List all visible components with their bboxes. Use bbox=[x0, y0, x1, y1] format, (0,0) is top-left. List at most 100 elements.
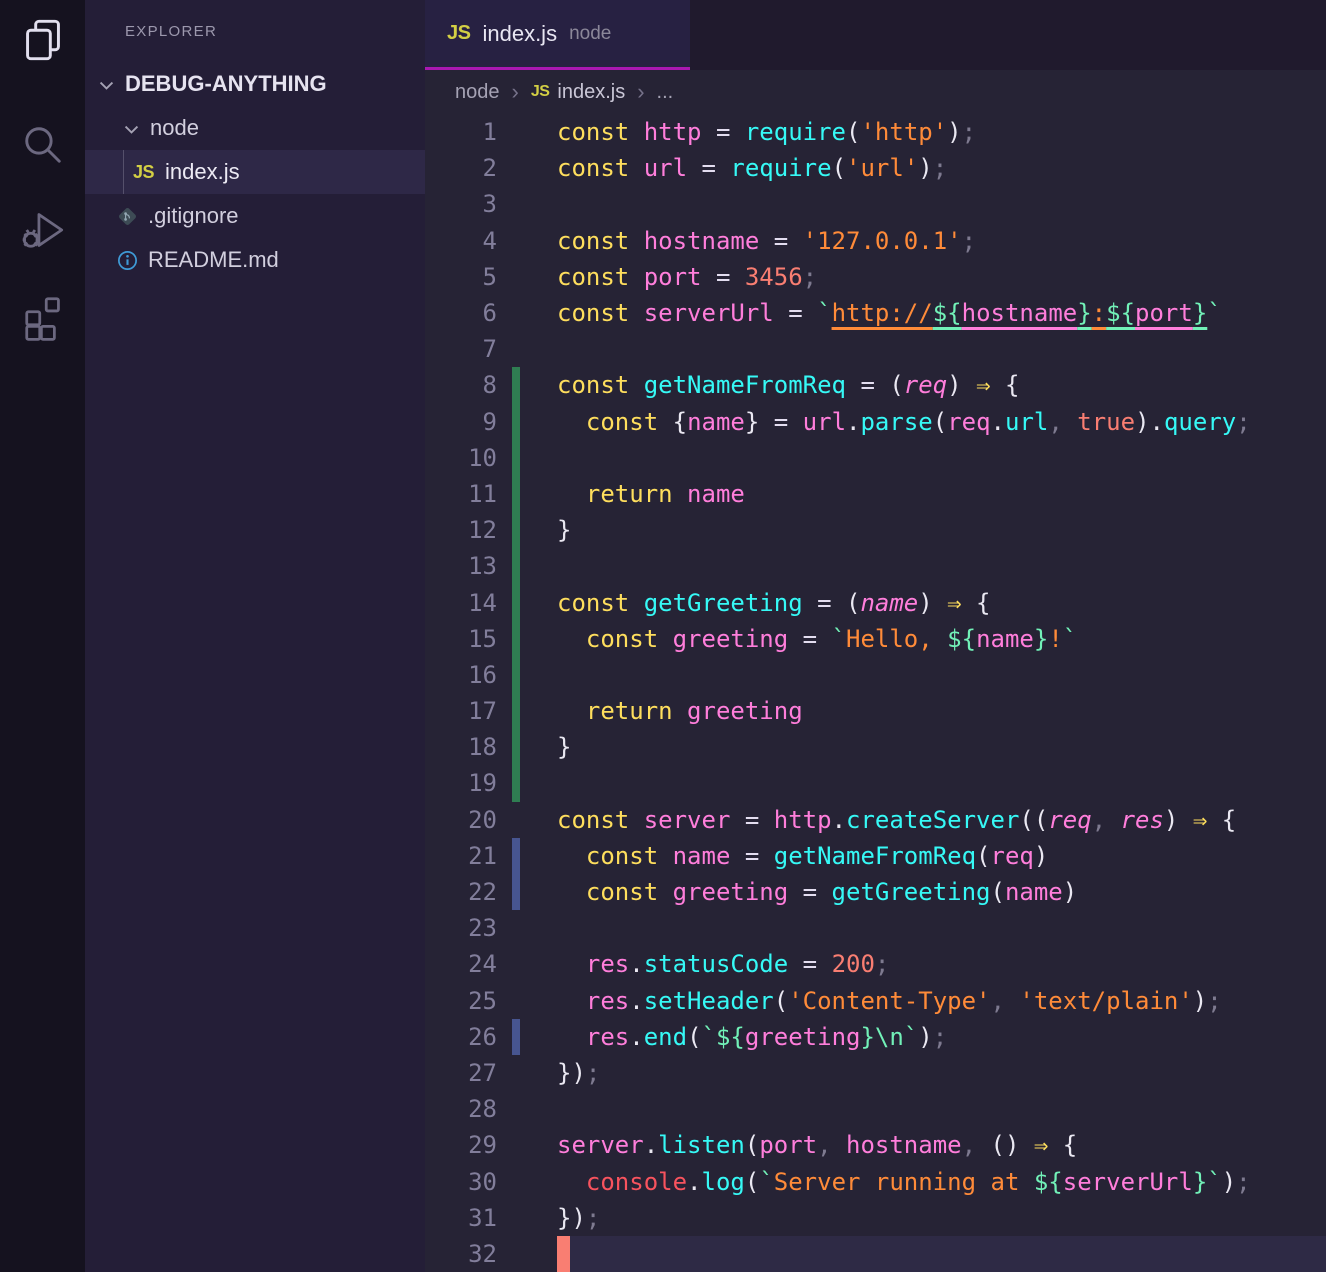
code-line[interactable]: 4const hostname = '127.0.0.1'; bbox=[425, 223, 1326, 259]
line-number: 32 bbox=[425, 1240, 497, 1268]
code-line[interactable]: 23 bbox=[425, 910, 1326, 946]
line-number: 18 bbox=[425, 733, 497, 761]
code-line[interactable]: 1const http = require('http'); bbox=[425, 114, 1326, 150]
code-line[interactable]: 6const serverUrl = `http://${hostname}:$… bbox=[425, 295, 1326, 331]
code-line[interactable]: 17 return greeting bbox=[425, 693, 1326, 729]
activity-item-explorer[interactable] bbox=[0, 0, 85, 85]
tree-item-index-js[interactable]: JSindex.js bbox=[85, 150, 425, 194]
code-line[interactable]: 25 res.setHeader('Content-Type', 'text/p… bbox=[425, 983, 1326, 1019]
line-number: 8 bbox=[425, 371, 497, 399]
code-line[interactable]: 11 return name bbox=[425, 476, 1326, 512]
code-line[interactable]: 21 const name = getNameFromReq(req) bbox=[425, 838, 1326, 874]
code-line-text: server.listen(port, hostname, () ⇒ { bbox=[557, 1127, 1326, 1163]
line-number: 26 bbox=[425, 1023, 497, 1051]
tree-item-node[interactable]: node bbox=[85, 106, 425, 150]
code-line[interactable]: 3 bbox=[425, 186, 1326, 222]
code-line[interactable]: 29server.listen(port, hostname, () ⇒ { bbox=[425, 1127, 1326, 1163]
tab-title: index.js bbox=[482, 21, 557, 47]
code-line[interactable]: 19 bbox=[425, 765, 1326, 801]
git-gutter-added bbox=[512, 476, 520, 512]
git-icon bbox=[116, 205, 139, 228]
code-line[interactable]: 31}); bbox=[425, 1200, 1326, 1236]
tree-item-readme-md[interactable]: README.md bbox=[85, 238, 425, 282]
activity-bar bbox=[0, 0, 85, 1272]
code-line[interactable]: 13 bbox=[425, 548, 1326, 584]
code-line-text: const name = getNameFromReq(req) bbox=[557, 838, 1326, 874]
tree-item-label: .gitignore bbox=[148, 203, 239, 229]
code-line[interactable]: 8const getNameFromReq = (req) ⇒ { bbox=[425, 367, 1326, 403]
code-line-text: } bbox=[557, 729, 1326, 765]
tab-directory: node bbox=[569, 23, 611, 45]
code-line-text: const port = 3456; bbox=[557, 259, 1326, 295]
git-gutter-added bbox=[512, 367, 520, 403]
code-line-text bbox=[557, 548, 1326, 584]
code-line-text: const http = require('http'); bbox=[557, 114, 1326, 150]
line-number: 2 bbox=[425, 154, 497, 182]
js-file-icon: JS bbox=[447, 22, 470, 45]
tree-item-debug-anything[interactable]: DEBUG-ANYTHING bbox=[85, 62, 425, 106]
code-line-text: return greeting bbox=[557, 693, 1326, 729]
code-line[interactable]: 15 const greeting = `Hello, ${name}!` bbox=[425, 621, 1326, 657]
line-number: 16 bbox=[425, 661, 497, 689]
breadcrumb-label: index.js bbox=[557, 81, 625, 104]
explorer-sidebar: EXPLORER DEBUG-ANYTHINGnodeJSindex.js.gi… bbox=[85, 0, 425, 1272]
line-number: 24 bbox=[425, 950, 497, 978]
code-line[interactable]: 24 res.statusCode = 200; bbox=[425, 946, 1326, 982]
code-editor[interactable]: 1const http = require('http');2const url… bbox=[425, 114, 1326, 1272]
code-line[interactable]: 30 console.log(`Server running at ${serv… bbox=[425, 1163, 1326, 1199]
code-line[interactable]: 2const url = require('url'); bbox=[425, 150, 1326, 186]
breadcrumb: node › JS index.js ›... bbox=[425, 70, 1326, 114]
tree-item-label: DEBUG-ANYTHING bbox=[125, 71, 327, 97]
breadcrumb-label: node bbox=[455, 81, 500, 104]
code-line-text bbox=[557, 1236, 1326, 1272]
line-number: 31 bbox=[425, 1204, 497, 1232]
code-line-text bbox=[557, 1091, 1326, 1127]
code-line[interactable]: 28 bbox=[425, 1091, 1326, 1127]
line-number: 7 bbox=[425, 335, 497, 363]
code-line[interactable]: 18} bbox=[425, 729, 1326, 765]
tree-item-label: README.md bbox=[148, 247, 279, 273]
git-gutter-added bbox=[512, 729, 520, 765]
activity-item-search[interactable] bbox=[0, 105, 85, 190]
code-line[interactable]: 27}); bbox=[425, 1055, 1326, 1091]
code-line[interactable]: 9 const {name} = url.parse(req.url, true… bbox=[425, 404, 1326, 440]
code-line[interactable]: 22 const greeting = getGreeting(name) bbox=[425, 874, 1326, 910]
git-gutter-added bbox=[512, 765, 520, 801]
line-number: 12 bbox=[425, 516, 497, 544]
git-gutter-added bbox=[512, 548, 520, 584]
code-line[interactable]: 14const getGreeting = (name) ⇒ { bbox=[425, 584, 1326, 620]
tab-index-js[interactable]: JS index.js node bbox=[425, 0, 690, 70]
code-line[interactable]: 5const port = 3456; bbox=[425, 259, 1326, 295]
chevron-right-icon: › bbox=[512, 81, 519, 103]
code-line[interactable]: 7 bbox=[425, 331, 1326, 367]
code-line[interactable]: 26 res.end(`${greeting}\n`); bbox=[425, 1019, 1326, 1055]
breadcrumb-item-node[interactable]: node bbox=[455, 81, 500, 104]
breadcrumb-item--[interactable]: ... bbox=[657, 81, 674, 104]
code-line[interactable]: 12} bbox=[425, 512, 1326, 548]
line-number: 4 bbox=[425, 227, 497, 255]
code-line[interactable]: 32 bbox=[425, 1236, 1326, 1272]
line-number: 23 bbox=[425, 914, 497, 942]
breadcrumb-item-index-js[interactable]: JS index.js bbox=[531, 81, 625, 104]
code-line-text bbox=[557, 910, 1326, 946]
line-number: 17 bbox=[425, 697, 497, 725]
vscode-window: EXPLORER DEBUG-ANYTHINGnodeJSindex.js.gi… bbox=[0, 0, 1326, 1272]
code-line[interactable]: 16 bbox=[425, 657, 1326, 693]
chevron-down-icon bbox=[97, 75, 116, 94]
activity-item-run-and-debug[interactable] bbox=[0, 190, 85, 275]
tree-item--gitignore[interactable]: .gitignore bbox=[85, 194, 425, 238]
code-line-text: const {name} = url.parse(req.url, true).… bbox=[557, 404, 1326, 440]
activity-item-extensions[interactable] bbox=[0, 275, 85, 360]
debug-icon bbox=[17, 204, 69, 261]
line-number: 9 bbox=[425, 408, 497, 436]
code-line-text: }); bbox=[557, 1200, 1326, 1236]
info-icon bbox=[116, 249, 139, 272]
code-line[interactable]: 10 bbox=[425, 440, 1326, 476]
code-line[interactable]: 20const server = http.createServer((req,… bbox=[425, 802, 1326, 838]
chevron-right-icon: › bbox=[637, 81, 644, 103]
git-gutter-added bbox=[512, 440, 520, 476]
js-file-icon: JS bbox=[531, 83, 550, 101]
line-number: 6 bbox=[425, 299, 497, 327]
line-number: 14 bbox=[425, 589, 497, 617]
line-number: 11 bbox=[425, 480, 497, 508]
